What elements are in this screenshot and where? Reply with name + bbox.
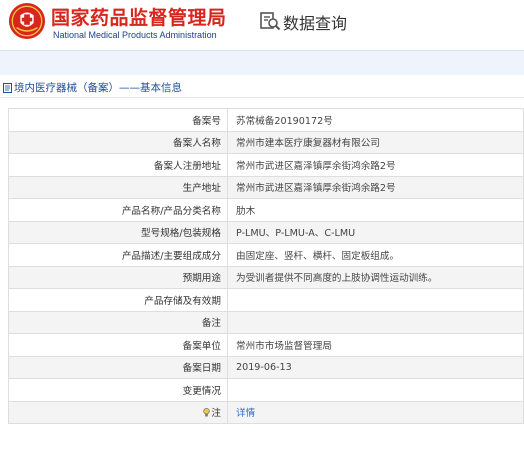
- row-label: 型号规格/包装规格: [8, 220, 228, 244]
- table-row: 变更情况: [8, 378, 524, 402]
- row-label: 备注: [8, 310, 228, 334]
- row-value: [227, 288, 524, 312]
- row-label: 预期用途: [8, 265, 228, 289]
- row-label: 备案人注册地址: [8, 153, 228, 177]
- row-label: 产品存储及有效期: [8, 288, 228, 312]
- row-value: 2019-06-13: [227, 355, 524, 379]
- row-value: 常州市武进区嘉泽镇厚余街鸿余路2号: [227, 153, 524, 177]
- row-label: 备案日期: [8, 355, 228, 379]
- row-value: 详情: [227, 400, 524, 424]
- site-header: 国家药品监督管理局 National Medical Products Admi…: [0, 0, 524, 50]
- row-label: 产品描述/主要组成成分: [8, 243, 228, 267]
- brand-title-en: National Medical Products Administration: [53, 30, 217, 40]
- table-row: 产品名称/产品分类名称 肋木: [8, 198, 524, 222]
- row-label: 备案号: [8, 108, 228, 132]
- row-value: [227, 378, 524, 402]
- row-label: 生产地址: [8, 175, 228, 199]
- details-link[interactable]: 详情: [236, 408, 255, 419]
- table-row: 备案人名称 常州市建本医疗康复器材有限公司: [8, 130, 524, 154]
- row-label: 备案单位: [8, 333, 228, 357]
- row-value: 为受训者提供不同高度的上肢协调性运动训练。: [227, 265, 524, 289]
- nmpa-emblem-logo: [8, 2, 46, 40]
- table-row: 备注: [8, 310, 524, 334]
- header-band: [0, 50, 524, 75]
- lightbulb-icon: [203, 408, 211, 417]
- table-row-note: 注 详情: [8, 400, 524, 424]
- table-row: 型号规格/包装规格 P-LMU、P-LMU-A、C-LMU: [8, 220, 524, 244]
- table-row: 备案单位 常州市市场监督管理局: [8, 333, 524, 357]
- detail-table-wrap: 备案号 苏常械备20190172号 备案人名称 常州市建本医疗康复器材有限公司 备案人注…: [8, 108, 524, 424]
- row-label: 注: [8, 400, 228, 424]
- row-value: 苏常械备20190172号: [227, 108, 524, 132]
- row-value: 肋木: [227, 198, 524, 222]
- row-label: 产品名称/产品分类名称: [8, 198, 228, 222]
- table-row: 备案号 苏常械备20190172号: [8, 108, 524, 132]
- brand-title-cn: 国家药品监督管理局: [51, 7, 227, 29]
- data-query-icon: [260, 12, 281, 31]
- table-row: 预期用途 为受训者提供不同高度的上肢协调性运动训练。: [8, 265, 524, 289]
- table-row: 产品描述/主要组成成分 由固定座、竖杆、横杆、固定板组成。: [8, 243, 524, 267]
- section-divider: [0, 97, 524, 98]
- table-row: 备案日期 2019-06-13: [8, 355, 524, 379]
- table-row: 备案人注册地址 常州市武进区嘉泽镇厚余街鸿余路2号: [8, 153, 524, 177]
- row-value: 常州市建本医疗康复器材有限公司: [227, 130, 524, 154]
- row-value: 常州市市场监督管理局: [227, 333, 524, 357]
- data-query-title: 数据查询: [283, 14, 348, 33]
- row-value: [227, 310, 524, 334]
- breadcrumb-text: 境内医疗器械（备案）——基本信息: [14, 82, 182, 94]
- row-label: 变更情况: [8, 378, 228, 402]
- table-row: 产品存储及有效期: [8, 288, 524, 312]
- document-icon: [3, 82, 12, 93]
- row-label: 备案人名称: [8, 130, 228, 154]
- row-value: 由固定座、竖杆、横杆、固定板组成。: [227, 243, 524, 267]
- detail-table: 备案号 苏常械备20190172号 备案人名称 常州市建本医疗康复器材有限公司 备案人注…: [8, 108, 524, 424]
- row-value: 常州市武进区嘉泽镇厚余街鸿余路2号: [227, 175, 524, 199]
- breadcrumb: 境内医疗器械（备案）——基本信息: [3, 80, 182, 95]
- row-value: P-LMU、P-LMU-A、C-LMU: [227, 220, 524, 244]
- table-row: 生产地址 常州市武进区嘉泽镇厚余街鸿余路2号: [8, 175, 524, 199]
